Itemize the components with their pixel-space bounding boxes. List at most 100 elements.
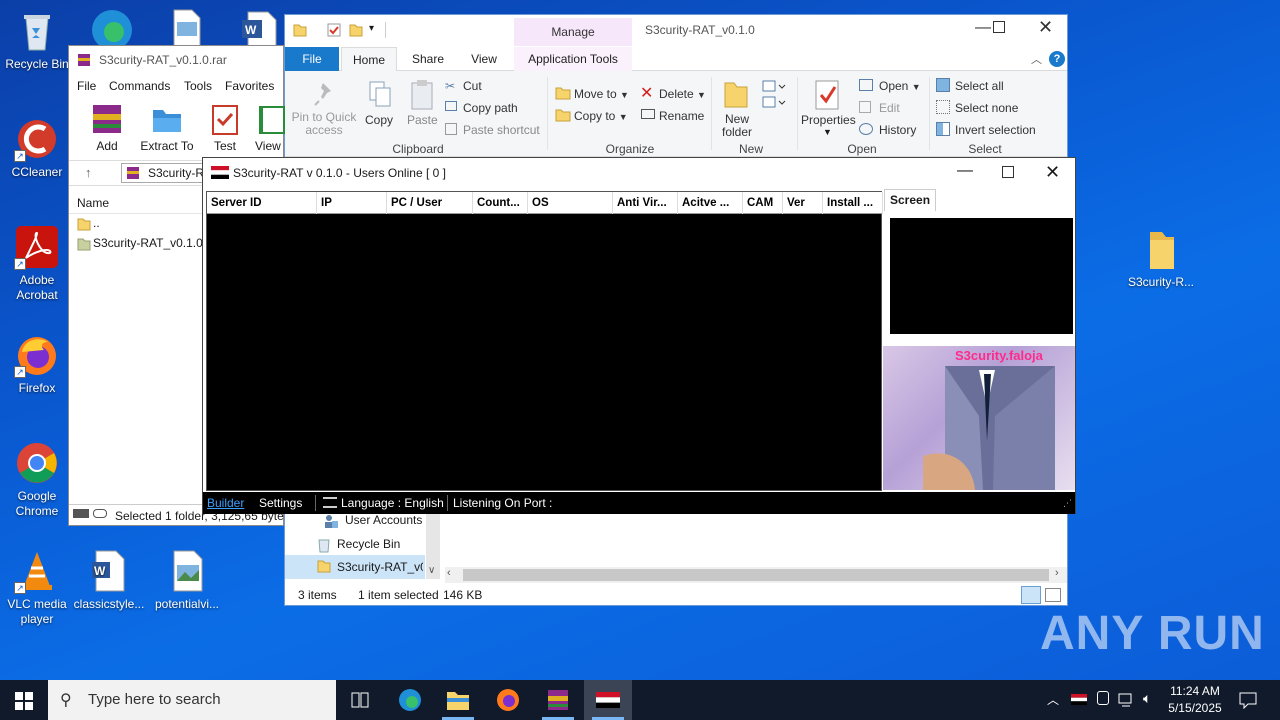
horizontal-scroll-thumb[interactable] <box>463 569 1049 581</box>
clients-grid[interactable]: Server ID IP PC / User Count... OS Anti … <box>206 191 883 491</box>
test-button[interactable]: Test <box>205 102 245 153</box>
paste-button[interactable]: Paste <box>407 113 438 127</box>
desktop-icon-google-chrome[interactable]: Google Chrome <box>0 440 74 519</box>
desktop-icon-adobe-acrobat[interactable]: ↗ Adobe Acrobat <box>0 224 74 303</box>
desktop-icon-recycle-bin[interactable]: Recycle Bin <box>0 8 74 72</box>
copy-to-button[interactable]: Copy to ▼ <box>574 109 628 123</box>
tray-device-icon[interactable] <box>1097 691 1109 705</box>
minimize-button[interactable]: — <box>975 19 991 37</box>
collapse-ribbon-icon[interactable]: ︿ <box>1031 51 1042 67</box>
tab-screen[interactable]: Screen <box>884 189 936 211</box>
desktop-icon-image-partial[interactable] <box>170 8 206 47</box>
chevron-down-icon[interactable]: ▼ <box>823 127 832 137</box>
pin-to-quick-access-button[interactable]: Pin to Quick access <box>291 111 357 137</box>
resize-grip-icon[interactable]: ⋰ <box>1063 498 1072 509</box>
properties-button[interactable]: Properties <box>801 113 856 127</box>
desktop-icon-vlc[interactable]: ↗ VLC media player <box>0 548 74 627</box>
desktop-icon-word-partial[interactable]: W <box>240 10 284 47</box>
new-folder-button[interactable]: New folder <box>717 113 757 139</box>
show-hidden-icons-icon[interactable]: ︿ <box>1047 691 1059 708</box>
column-cam[interactable]: CAM <box>743 192 783 214</box>
builder-link[interactable]: Builder <box>207 496 244 510</box>
open-button[interactable]: Open ▼ <box>879 79 921 93</box>
start-button[interactable] <box>15 692 33 713</box>
taskbar-rat-app[interactable] <box>584 680 632 720</box>
invert-selection-button[interactable]: Invert selection <box>955 123 1036 137</box>
column-server-id[interactable]: Server ID <box>207 192 317 214</box>
task-view-button[interactable] <box>336 680 384 720</box>
quick-access-dropdown-icon[interactable]: ▾ <box>369 23 374 34</box>
taskbar-firefox[interactable] <box>484 680 532 720</box>
rename-button[interactable]: Rename <box>659 109 704 123</box>
volume-icon[interactable]: 🔈︎ <box>1143 690 1151 707</box>
taskbar-winrar[interactable] <box>534 680 582 720</box>
paste-shortcut-button[interactable]: Paste shortcut <box>463 123 540 137</box>
properties-quick-icon[interactable] <box>327 23 341 37</box>
taskbar-file-explorer[interactable] <box>434 680 482 720</box>
nav-item-recycle-bin[interactable]: Recycle Bin <box>337 537 400 551</box>
horizontal-scrollbar[interactable]: ‹ › <box>445 567 1067 583</box>
tab-view[interactable]: View <box>459 47 509 71</box>
details-view-icon[interactable] <box>1021 586 1041 604</box>
copy-button[interactable]: Copy <box>365 113 393 127</box>
maximize-button[interactable] <box>993 21 1005 33</box>
tab-application-tools[interactable]: Application Tools <box>514 47 632 71</box>
taskbar-edge[interactable] <box>386 680 434 720</box>
history-button[interactable]: History <box>879 123 916 137</box>
tab-home[interactable]: Home <box>341 47 397 72</box>
new-item-icon[interactable] <box>761 79 787 115</box>
desktop-icon-s3curity-folder[interactable]: S3curity-R... <box>1122 226 1200 290</box>
menu-tools[interactable]: Tools <box>184 79 212 93</box>
move-to-button[interactable]: Move to ▼ <box>574 87 629 101</box>
column-version[interactable]: Ver <box>783 192 823 214</box>
column-name-header[interactable]: Name <box>77 196 109 210</box>
help-icon[interactable]: ? <box>1049 51 1065 67</box>
desktop-icon-ccleaner[interactable]: ↗ CCleaner <box>0 116 74 180</box>
column-country[interactable]: Count... <box>473 192 528 214</box>
column-antivirus[interactable]: Anti Vir... <box>613 192 678 214</box>
notifications-icon[interactable] <box>1238 691 1258 709</box>
desktop-icon-edge-partial[interactable] <box>88 6 136 50</box>
scroll-down-icon[interactable]: ∨ <box>428 565 435 576</box>
network-icon[interactable] <box>1118 692 1136 708</box>
edit-button[interactable]: Edit <box>879 101 900 115</box>
menu-favorites[interactable]: Favorites <box>225 79 274 93</box>
settings-link[interactable]: Settings <box>259 496 302 510</box>
up-arrow-icon[interactable]: ↑ <box>85 165 92 180</box>
extract-to-button[interactable]: Extract To <box>137 102 197 153</box>
scroll-left-icon[interactable]: ‹ <box>447 567 451 579</box>
close-button[interactable]: ✕ <box>1045 162 1060 183</box>
view-button[interactable]: View <box>255 102 285 153</box>
select-all-button[interactable]: Select all <box>955 79 1004 93</box>
column-os[interactable]: OS <box>528 192 613 214</box>
paste-icon <box>411 80 433 110</box>
nav-item-user-accounts[interactable]: User Accounts <box>345 513 422 527</box>
column-pc-user[interactable]: PC / User <box>387 192 473 214</box>
desktop-icon-firefox[interactable]: ↗ Firefox <box>0 332 74 396</box>
menu-file[interactable]: File <box>77 79 96 93</box>
desktop-icon-classicstyle[interactable]: W classicstyle... <box>72 548 146 612</box>
maximize-button[interactable] <box>1002 166 1014 178</box>
close-button[interactable]: ✕ <box>1038 17 1053 38</box>
nav-item-s3curity-folder[interactable]: S3curity-RAT_v0... <box>337 560 423 574</box>
desktop-icon-potentialvi[interactable]: potentialvi... <box>150 548 224 612</box>
scroll-right-icon[interactable]: › <box>1055 567 1059 579</box>
system-clock[interactable]: 11:24 AM 5/15/2025 <box>1164 683 1226 717</box>
tab-file[interactable]: File <box>285 47 339 71</box>
column-ip[interactable]: IP <box>317 192 387 214</box>
tab-share[interactable]: Share <box>403 47 453 71</box>
add-button[interactable]: Add <box>85 102 129 153</box>
large-icons-view-icon[interactable] <box>1045 588 1061 602</box>
column-install-date[interactable]: Install ... <box>823 192 883 214</box>
copy-path-button[interactable]: Copy path <box>463 101 518 115</box>
cut-button[interactable]: Cut <box>463 79 482 93</box>
select-none-button[interactable]: Select none <box>955 101 1018 115</box>
tray-flag-icon[interactable] <box>1071 694 1087 705</box>
menu-commands[interactable]: Commands <box>109 79 170 93</box>
minimize-button[interactable]: — <box>957 162 973 180</box>
delete-button[interactable]: Delete ▼ <box>659 87 706 101</box>
column-active-window[interactable]: Acitve ... <box>678 192 743 214</box>
add-label: Add <box>96 139 118 153</box>
taskbar-search-box[interactable]: ⚲ Type here to search <box>48 680 336 720</box>
new-folder-quick-icon[interactable] <box>349 23 363 37</box>
